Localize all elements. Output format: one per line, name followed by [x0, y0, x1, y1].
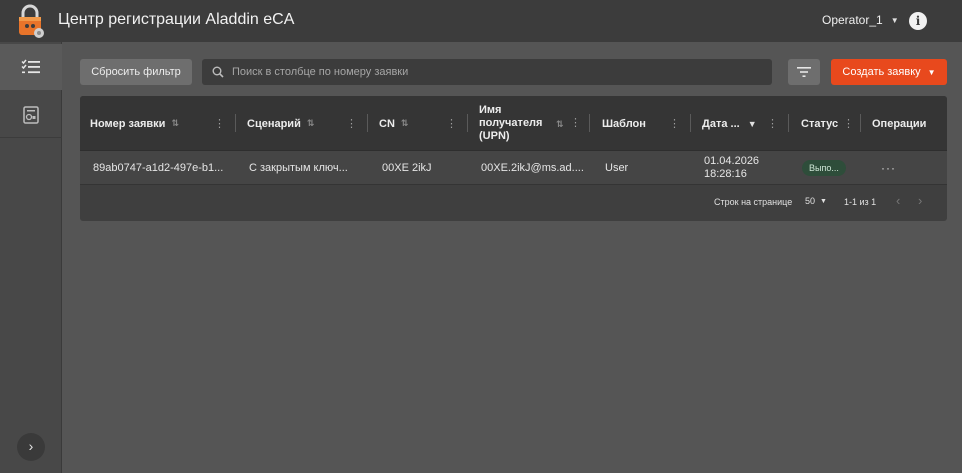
- column-divider[interactable]: [788, 114, 789, 132]
- table-row[interactable]: 89ab0747-a1d2-497e-b1... С закрытым ключ…: [80, 151, 947, 185]
- column-menu-icon[interactable]: ⋮: [446, 117, 457, 130]
- column-menu-icon[interactable]: ⋮: [570, 117, 581, 130]
- info-icon[interactable]: i: [909, 12, 927, 30]
- cell-request-number: 89ab0747-a1d2-497e-b1...: [93, 162, 224, 174]
- table-header: Номер заявки ⇅ ⋮ Сценарий ⇅ ⋮ CN ⇅ ⋮ Имя по…: [80, 96, 947, 151]
- rows-per-page-label: Строк на странице: [714, 197, 793, 207]
- column-divider[interactable]: [235, 114, 236, 132]
- search-input[interactable]: [232, 66, 752, 78]
- cell-cn: 00XE 2ikJ: [382, 162, 432, 174]
- top-bar: Центр регистрации Aladdin eCA Operator_1…: [0, 0, 962, 42]
- column-header-operations: Операции: [872, 117, 927, 130]
- cell-status: Выпо...: [802, 151, 846, 185]
- search-icon: [212, 66, 224, 78]
- sort-icon[interactable]: ⇅: [171, 118, 179, 129]
- table-pagination: Строк на странице 50 ▼ 1-1 из 1 ‹ ›: [80, 185, 947, 221]
- column-menu-icon[interactable]: ⋮: [214, 117, 225, 130]
- column-divider[interactable]: [690, 114, 691, 132]
- column-header-cn[interactable]: CN ⇅ ⋮: [379, 96, 468, 151]
- cell-date: 01.04.2026 18:28:16: [704, 155, 760, 180]
- chevron-left-icon[interactable]: ‹: [896, 193, 900, 208]
- more-actions-icon[interactable]: ···: [881, 161, 896, 175]
- chevron-right-icon[interactable]: ›: [918, 193, 922, 208]
- sort-icon[interactable]: ⇅: [401, 118, 409, 129]
- reset-filter-button[interactable]: Сбросить фильтр: [80, 59, 192, 85]
- caret-down-icon: ▼: [820, 197, 827, 205]
- column-header-recipient-upn[interactable]: Имя получателя (UPN) ⇅ ⋮: [479, 96, 592, 151]
- column-divider[interactable]: [860, 114, 861, 132]
- padlock-logo-icon[interactable]: [12, 3, 48, 39]
- cell-scenario: С закрытым ключ...: [249, 162, 348, 174]
- filter-icon: [797, 67, 811, 77]
- column-header-template[interactable]: Шаблон ⋮: [602, 96, 691, 151]
- certificate-icon: [23, 105, 39, 124]
- column-menu-icon[interactable]: ⋮: [346, 117, 357, 130]
- user-menu[interactable]: Operator_1 ▼: [822, 13, 899, 27]
- cell-operations: ···: [881, 151, 896, 185]
- search-field: [202, 59, 772, 85]
- column-menu-icon[interactable]: ⋮: [843, 117, 854, 130]
- filter-button[interactable]: [788, 59, 820, 85]
- cell-upn: 00XE.2ikJ@ms.ad....: [481, 162, 584, 174]
- column-header-request-number[interactable]: Номер заявки ⇅ ⋮: [90, 96, 236, 151]
- chevron-right-icon[interactable]: ›: [17, 433, 45, 461]
- column-menu-icon[interactable]: ⋮: [767, 117, 778, 130]
- sort-icon[interactable]: ⇅: [556, 118, 564, 131]
- sidebar: ›: [0, 42, 62, 473]
- caret-down-icon: ▼: [890, 15, 899, 25]
- sort-icon[interactable]: ⇅: [307, 118, 315, 129]
- column-divider[interactable]: [589, 114, 590, 132]
- chevron-down-icon: ▼: [927, 67, 936, 77]
- pagination-range: 1-1 из 1: [844, 197, 877, 207]
- column-header-status[interactable]: Статус ⋮: [801, 96, 861, 151]
- user-name: Operator_1: [822, 13, 883, 27]
- column-menu-icon[interactable]: ⋮: [669, 117, 680, 130]
- sidebar-item-certificates[interactable]: [0, 92, 62, 138]
- create-request-button[interactable]: Создать заявку ▼: [831, 59, 947, 85]
- cell-template: User: [605, 162, 629, 174]
- column-divider[interactable]: [367, 114, 368, 132]
- sidebar-item-requests[interactable]: [0, 44, 62, 90]
- requests-table: Номер заявки ⇅ ⋮ Сценарий ⇅ ⋮ CN ⇅ ⋮ Имя по…: [80, 96, 947, 221]
- status-badge: Выпо...: [802, 160, 846, 176]
- column-header-scenario[interactable]: Сценарий ⇅ ⋮: [247, 96, 368, 151]
- rows-per-page-select[interactable]: 50 ▼: [805, 196, 827, 206]
- create-request-label: Создать заявку: [842, 66, 921, 78]
- column-header-date[interactable]: Дата ... ▼ ⋮: [702, 96, 789, 151]
- column-divider[interactable]: [467, 114, 468, 132]
- app-title: Центр регистрации Aladdin eCA: [58, 11, 295, 28]
- checklist-icon: [21, 59, 40, 74]
- sort-desc-icon[interactable]: ▼: [748, 119, 757, 129]
